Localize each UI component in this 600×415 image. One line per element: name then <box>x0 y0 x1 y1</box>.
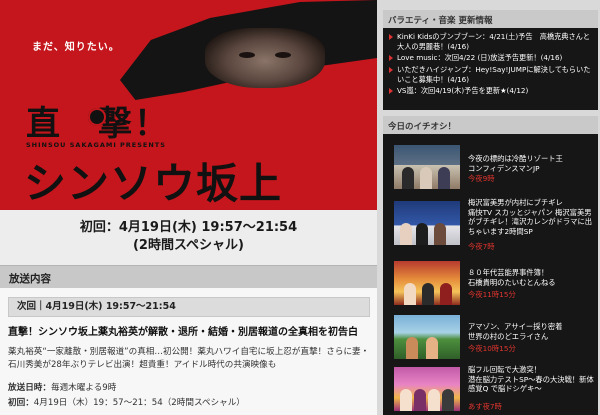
pick-thumbnail[interactable] <box>394 261 460 305</box>
pick-time: 今夜11時15分 <box>468 290 516 299</box>
first-air: 初回：4月19日（木）19：57～21：54（2時間スペシャル） <box>8 396 370 408</box>
news-item-text: Love music：次回4/22 (日)放送予告更新！(4/16) <box>397 53 563 63</box>
triangle-bullet-icon <box>389 55 393 62</box>
pick-item[interactable]: ８０年代芸能界事件簿！ 石橋貴明のたいむとんねる 今夜11時15分 <box>383 256 598 308</box>
sidebar: バラエティ・音楽 更新情報 KinKi Kidsのブンブブーン：4/21(土)予… <box>380 0 600 415</box>
pick-title[interactable]: 脳フル回転で大激突！ 潜在脳力テストSP～春の大決戦！新体感覚Q で脳ドシゲキ～ <box>468 365 594 394</box>
pick-time: 今夜7時 <box>468 242 495 251</box>
broadcast-day: 放送日時：毎週木曜よる9時 <box>8 381 370 393</box>
air-info-line2: (2時間スペシャル) <box>132 238 245 253</box>
pick-item[interactable]: アマゾン、アサイー採り密着 世界の村のどエライさん 今夜10時15分 <box>383 310 598 362</box>
news-item[interactable]: KinKi Kidsのブンブブーン：4/21(土)予告 高橋克典さんと大人の男麗… <box>389 32 592 52</box>
host-portrait-image <box>205 28 325 88</box>
broadcast-day-value: 毎週木曜よる9時 <box>50 383 117 393</box>
pick-thumbnail[interactable] <box>394 367 460 411</box>
picks-panel-header: 今日のイチオシ！ <box>383 116 598 134</box>
triangle-bullet-icon <box>389 88 393 95</box>
news-item-text: いただきハイジャンプ：Hey!Say!JUMPに解決してもらいたいこと募集中！(… <box>397 64 591 84</box>
first-air-label: 初回： <box>8 398 34 408</box>
pick-title[interactable]: ８０年代芸能界事件簿！ 石橋貴明のたいむとんねる <box>468 268 594 287</box>
pick-title[interactable]: アマゾン、アサイー採り密着 世界の村のどエライさん <box>468 322 594 341</box>
air-info-line1: 初回：4月19日(木) 19:57～21:54 <box>79 220 298 235</box>
air-info: 初回：4月19日(木) 19:57～21:54 (2時間スペシャル) <box>0 210 377 265</box>
pick-thumbnail[interactable] <box>394 315 460 359</box>
pick-item[interactable]: 梅沢富美男が内村にブチギレ 痛快TV スカッとジャパン 梅沢富美男がブチギレ！滝… <box>383 196 598 258</box>
pick-title[interactable]: 今夜の標的は冷酷リゾート王 コンフィデンスマンJP <box>468 154 594 173</box>
hero-tagline: まだ、知りたい。 <box>32 42 120 53</box>
news-panel: KinKi Kidsのブンブブーン：4/21(土)予告 高橋克典さんと大人の男麗… <box>383 28 598 110</box>
pick-time: あす夜7時 <box>468 402 502 411</box>
broadcast-section-title: 放送内容 <box>9 273 51 285</box>
main-column: まだ、知りたい。 直 撃！ SHINSOU SAKAGAMI PRESENTS … <box>0 0 377 415</box>
hero-title-line2: シンソウ坂上 <box>24 159 283 208</box>
next-episode-bar: 次回｜4月19日(木) 19:57～21:54 <box>8 297 370 317</box>
news-item[interactable]: VS嵐：次回4/19(木)予告を更新★(4/12) <box>389 86 592 96</box>
triangle-bullet-icon <box>389 66 393 73</box>
news-item-text: KinKi Kidsのブンブブーン：4/21(土)予告 高橋克典さんと大人の男麗… <box>397 32 591 52</box>
pick-time: 今夜10時15分 <box>468 344 516 353</box>
news-item-text: VS嵐：次回4/19(木)予告を更新★(4/12) <box>397 86 529 96</box>
program-key-visual: まだ、知りたい。 直 撃！ SHINSOU SAKAGAMI PRESENTS … <box>0 0 377 210</box>
episode-title: 直撃！シンソウ坂上薬丸裕英が解散・退所・結婚・別居報道の全真相を初告白 <box>8 327 358 338</box>
pick-item[interactable]: 脳フル回転で大激突！ 潜在脳力テストSP～春の大決戦！新体感覚Q で脳ドシゲキ～… <box>383 362 598 414</box>
pick-item[interactable]: 今夜の標的は冷酷リゾート王 コンフィデンスマンJP 今夜9時 <box>383 140 598 192</box>
hero-presents-text: SHINSOU SAKAGAMI PRESENTS <box>26 141 166 149</box>
pick-thumbnail[interactable] <box>394 201 460 245</box>
pick-title[interactable]: 梅沢富美男が内村にブチギレ 痛快TV スカッとジャパン 梅沢富美男がブチギレ！滝… <box>468 198 594 236</box>
news-item[interactable]: Love music：次回4/22 (日)放送予告更新！(4/16) <box>389 53 592 63</box>
triangle-bullet-icon <box>389 34 393 40</box>
news-panel-header: バラエティ・音楽 更新情報 <box>383 10 598 28</box>
pick-thumbnail[interactable] <box>394 145 460 189</box>
episode-description: 薬丸裕英“一家離散・別居報道”の真相…初公開！薬丸ハワイ自宅に坂上忍が直撃！さら… <box>8 347 370 370</box>
picks-panel: 今夜の標的は冷酷リゾート王 コンフィデンスマンJP 今夜9時 梅沢富美男が内村に… <box>383 134 598 415</box>
broadcast-section-header: 放送内容 <box>0 265 377 288</box>
broadcast-section-body: 次回｜4月19日(木) 19:57～21:54 直撃！シンソウ坂上薬丸裕英が解散… <box>0 288 377 415</box>
broadcast-day-label: 放送日時： <box>8 383 51 393</box>
first-air-value: 4月19日（木）19：57～21：54（2時間スペシャル） <box>33 398 245 408</box>
splatter-icon <box>88 108 106 126</box>
news-item[interactable]: いただきハイジャンプ：Hey!Say!JUMPに解決してもらいたいこと募集中！(… <box>389 65 592 85</box>
pick-time: 今夜9時 <box>468 174 495 183</box>
